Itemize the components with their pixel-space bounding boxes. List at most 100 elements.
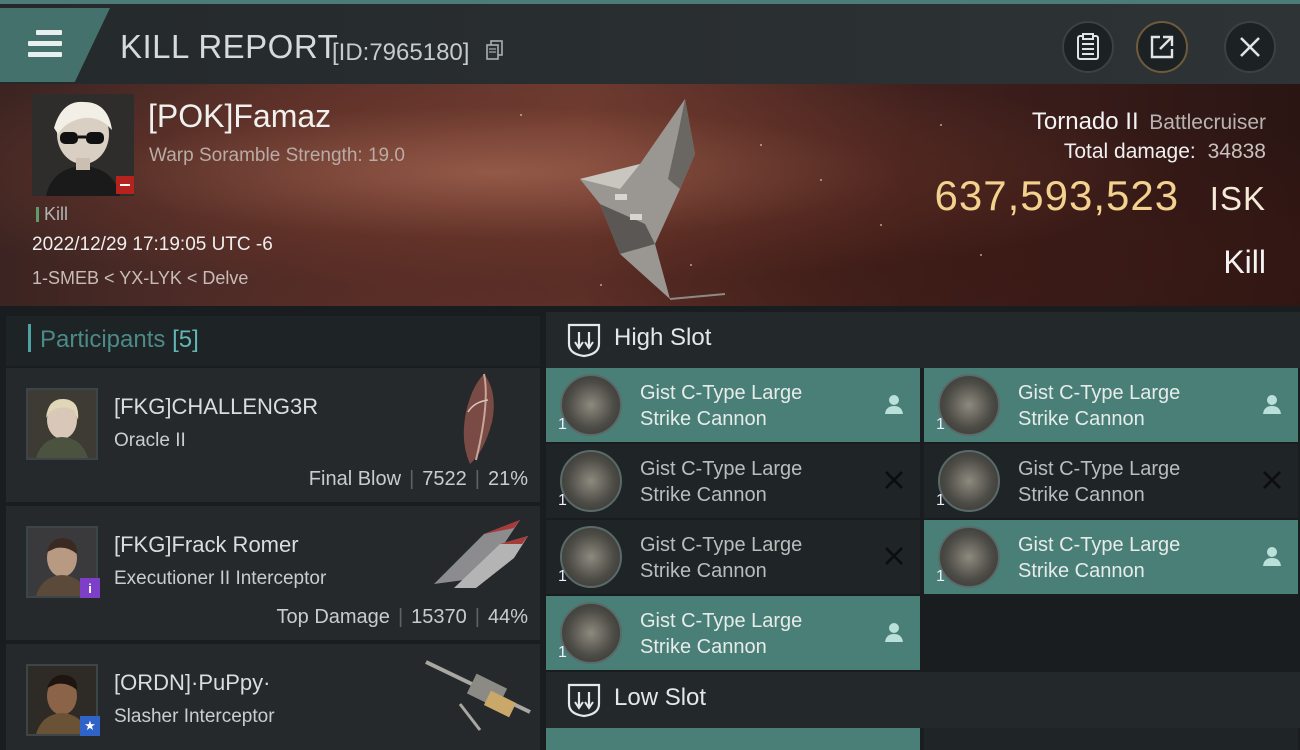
- cross-icon: [885, 471, 903, 489]
- module-slot[interactable]: 1 Gist C-Type Large Strike Cannon: [546, 368, 920, 442]
- module-quantity: 1: [558, 492, 567, 509]
- cannon-icon: [938, 450, 1000, 512]
- kill-location[interactable]: 1-SMEB < YX-LYK < Delve: [32, 268, 248, 289]
- cannon-icon: [560, 526, 622, 588]
- total-damage: Total damage: 34838: [1064, 140, 1266, 164]
- module-name: Gist C-Type Large Strike Cannon: [1018, 382, 1181, 430]
- low-slot-item-partial[interactable]: [546, 728, 920, 750]
- ship-type[interactable]: Tornado II: [1032, 108, 1139, 135]
- damage-value: 7522: [422, 468, 467, 490]
- cannon-icon: [938, 374, 1000, 436]
- warp-scramble-strength: Warp Soramble Strength: 19.0: [149, 145, 405, 166]
- participants-label: Participants: [40, 326, 166, 353]
- module-slot[interactable]: 1 Gist C-Type Large Strike Cannon: [924, 444, 1298, 518]
- module-name: Gist C-Type Large Strike Cannon: [640, 382, 803, 430]
- clipboard-icon: [1077, 33, 1099, 60]
- module-slot[interactable]: 1 Gist C-Type Large Strike Cannon: [546, 520, 920, 594]
- participant-ship: Oracle II: [114, 430, 186, 451]
- damage-percent: 44%: [487, 606, 528, 628]
- participant-card[interactable]: ★ [ORDN]·PuPpy· Slasher Interceptor: [6, 644, 540, 750]
- participant-ship-image: [434, 520, 528, 588]
- cannon-icon: [560, 450, 622, 512]
- module-quantity: 1: [936, 416, 945, 433]
- victim-name[interactable]: [POK]Famaz: [148, 98, 331, 135]
- kill-tag: Kill: [36, 204, 68, 225]
- copy-icon[interactable]: [486, 40, 504, 60]
- ship-class: Battlecruiser: [1149, 111, 1266, 134]
- person-icon: [885, 623, 903, 642]
- close-icon: [1240, 37, 1260, 57]
- participant-name: [FKG]Frack Romer: [114, 532, 299, 557]
- victim-ship-name: Tornado II Battlecruiser: [1032, 108, 1266, 136]
- hamburger-icon: [28, 30, 62, 63]
- person-icon: [1263, 395, 1281, 414]
- page-title: KILL REPORT: [120, 28, 339, 65]
- kill-tag-label: Kill: [44, 204, 69, 224]
- cannon-icon: [560, 602, 622, 664]
- module-name: Gist C-Type Large Strike Cannon: [640, 458, 803, 506]
- participant-stats: Final Blow | 7522 | 21%: [308, 468, 528, 490]
- isk-unit: ISK: [1209, 180, 1266, 217]
- info-badge: i: [80, 578, 100, 598]
- security-status-badge: [116, 176, 134, 194]
- module-slot[interactable]: 1 Gist C-Type Large Strike Cannon: [924, 520, 1298, 594]
- participant-ship: Slasher Interceptor: [114, 706, 275, 727]
- module-name: Gist C-Type Large Strike Cannon: [640, 610, 803, 658]
- module-quantity: 1: [936, 492, 945, 509]
- total-damage-value: 34838: [1207, 140, 1266, 163]
- slot-icon: [567, 683, 601, 718]
- share-button[interactable]: [1136, 21, 1188, 73]
- kill-result: Kill: [1223, 244, 1266, 280]
- participant-card[interactable]: i [FKG]Frack Romer Executioner II Interc…: [6, 506, 540, 640]
- high-slot-header: High Slot: [546, 312, 1300, 368]
- stat-label: Final Blow: [308, 468, 402, 490]
- close-button[interactable]: [1224, 21, 1276, 73]
- report-id: [ID:7965180]: [332, 39, 470, 66]
- kill-datetime: 2022/12/29 17:19:05 UTC -6: [32, 234, 273, 255]
- star-badge: ★: [80, 716, 100, 736]
- module-slot[interactable]: 1 Gist C-Type Large Strike Cannon: [546, 596, 920, 670]
- slot-icon: [567, 323, 601, 358]
- damage-percent: 21%: [487, 468, 528, 490]
- low-slot-label: Low Slot: [614, 684, 707, 711]
- participant-avatar: [26, 388, 98, 460]
- module-quantity: 1: [936, 568, 945, 585]
- low-slot-header: Low Slot: [546, 672, 1300, 728]
- cross-icon: [1263, 471, 1281, 489]
- cross-icon: [885, 547, 903, 565]
- damage-value: 15370: [411, 606, 467, 628]
- isk-value: 637,593,523 ISK: [935, 172, 1266, 220]
- isk-amount: 637,593,523: [934, 172, 1180, 219]
- share-icon: [1150, 35, 1174, 59]
- module-name: Gist C-Type Large Strike Cannon: [640, 534, 803, 582]
- person-icon: [1263, 547, 1281, 566]
- victim-ship-image[interactable]: [560, 94, 750, 304]
- stat-label: Top Damage: [276, 606, 390, 628]
- participant-name: [FKG]CHALLENG3R: [114, 394, 319, 419]
- module-quantity: 1: [558, 644, 567, 661]
- participants-header: Participants [5]: [6, 316, 540, 366]
- participants-count: [5]: [172, 326, 199, 353]
- participant-stats: Top Damage | 15370 | 44%: [276, 606, 528, 628]
- high-slot-label: High Slot: [614, 324, 712, 351]
- participant-ship-image: [463, 373, 494, 464]
- module-name: Gist C-Type Large Strike Cannon: [1018, 534, 1181, 582]
- menu-button[interactable]: [0, 8, 110, 82]
- participant-name: [ORDN]·PuPpy·: [114, 670, 271, 695]
- total-damage-label: Total damage:: [1063, 140, 1196, 163]
- module-quantity: 1: [558, 416, 567, 433]
- module-name: Gist C-Type Large Strike Cannon: [1018, 458, 1181, 506]
- participant-ship-image: [425, 660, 531, 731]
- title-bar: KILL REPORT [ID:7965180]: [0, 0, 1300, 84]
- participant-card[interactable]: [FKG]CHALLENG3R Oracle II Final Blow | 752…: [6, 368, 540, 502]
- low-slot-item-partial[interactable]: [924, 728, 1298, 750]
- cannon-icon: [560, 374, 622, 436]
- module-slot[interactable]: 1 Gist C-Type Large Strike Cannon: [546, 444, 920, 518]
- participant-ship: Executioner II Interceptor: [114, 568, 327, 589]
- person-icon: [885, 395, 903, 414]
- victim-panel: [POK]Famaz Warp Soramble Strength: 19.0 …: [0, 84, 1300, 306]
- cannon-icon: [938, 526, 1000, 588]
- module-quantity: 1: [558, 568, 567, 585]
- clipboard-button[interactable]: [1062, 21, 1114, 73]
- module-slot[interactable]: 1 Gist C-Type Large Strike Cannon: [924, 368, 1298, 442]
